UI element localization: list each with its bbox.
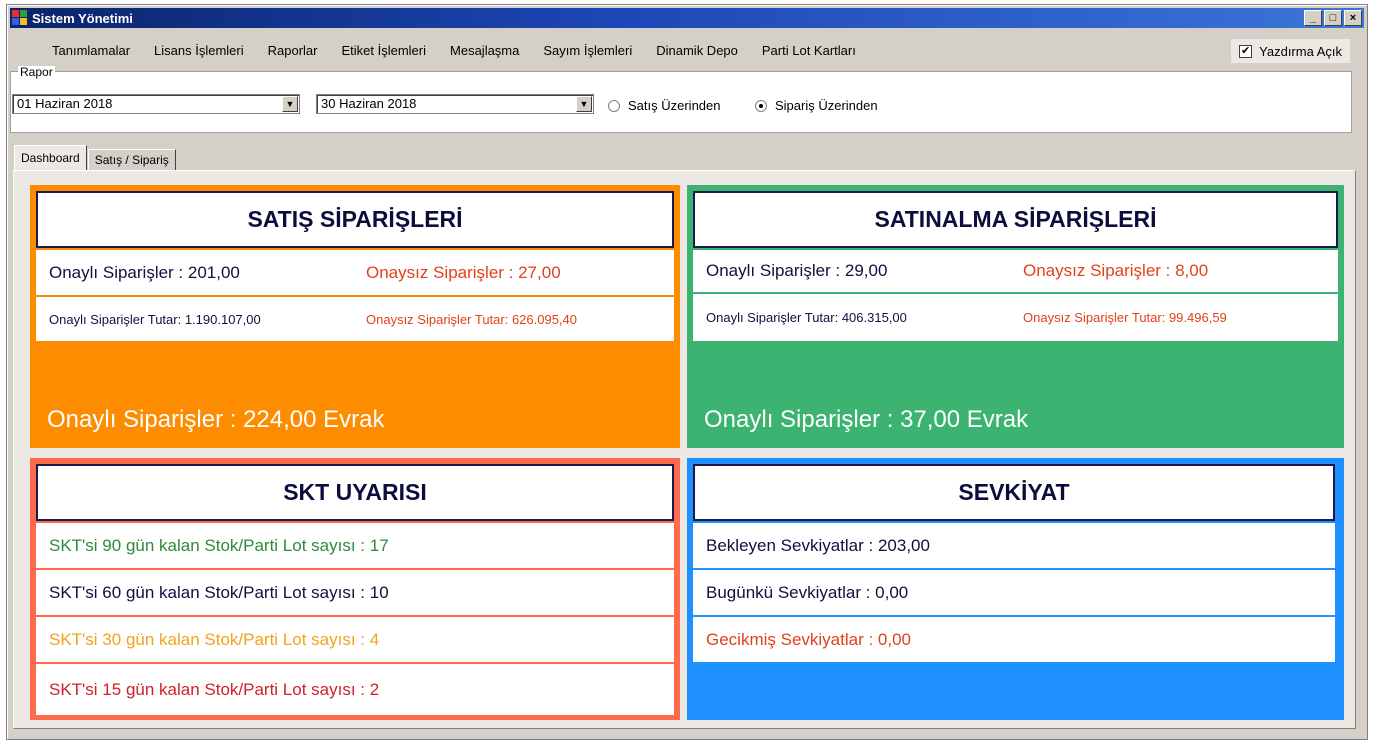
tab-satis-siparis[interactable]: Satış / Sipariş bbox=[87, 149, 176, 171]
skt-warning-panel: SKT UYARISI SKT'si 90 gün kalan Stok/Par… bbox=[30, 458, 680, 720]
shipment-row: Gecikmiş Sevkiyatlar : 0,00 bbox=[693, 617, 1335, 662]
purchase-approved-count: Onaylı Siparişler : 29,00 bbox=[706, 261, 888, 280]
window-controls: _ □ × bbox=[1304, 10, 1362, 26]
sales-approved-count: Onaylı Siparişler : 201,00 bbox=[49, 262, 240, 282]
menu-lisans-islemleri[interactable]: Lisans İşlemleri bbox=[142, 43, 256, 58]
start-date-picker[interactable]: 01 Haziran 2018 ▼ bbox=[12, 94, 300, 114]
purchase-unapproved-count: Onaysız Siparişler : 8,00 bbox=[1023, 261, 1209, 280]
sales-orders-panel: SATIŞ SİPARİŞLERİ Onaylı Siparişler : 20… bbox=[30, 185, 680, 448]
skt-row: SKT'si 15 gün kalan Stok/Parti Lot sayıs… bbox=[36, 664, 674, 715]
sales-summary: Onaylı Siparişler : 224,00 Evrak bbox=[47, 406, 385, 433]
sales-totals-row: Onaylı Siparişler Tutar: 1.190.107,00 On… bbox=[36, 297, 674, 341]
window-title: Sistem Yönetimi bbox=[32, 10, 133, 26]
print-toggle-label: Yazdırma Açık bbox=[1259, 43, 1342, 59]
menu-parti-lot-kartlari[interactable]: Parti Lot Kartları bbox=[750, 43, 868, 58]
todays-shipments: Bugünkü Sevkiyatlar : 0,00 bbox=[706, 582, 909, 602]
sales-orders-title: SATIŞ SİPARİŞLERİ bbox=[36, 191, 674, 248]
skt-60-days: SKT'si 60 gün kalan Stok/Parti Lot sayıs… bbox=[49, 582, 389, 602]
sales-unapproved-count: Onaysız Siparişler : 27,00 bbox=[366, 262, 561, 282]
menu-etiket-islemleri[interactable]: Etiket İşlemleri bbox=[329, 43, 438, 58]
skt-15-days: SKT'si 15 gün kalan Stok/Parti Lot sayıs… bbox=[49, 679, 380, 699]
radio-satis-uzerinden[interactable]: Satış Üzerinden bbox=[608, 98, 721, 113]
print-checkbox[interactable]: ✔ bbox=[1239, 44, 1253, 58]
menu-mesajlasma[interactable]: Mesajlaşma bbox=[438, 43, 531, 58]
menu-dinamik-depo[interactable]: Dinamik Depo bbox=[644, 43, 750, 58]
maximize-button[interactable]: □ bbox=[1324, 10, 1342, 26]
purchase-orders-title: SATINALMA SİPARİŞLERİ bbox=[693, 191, 1338, 248]
purchase-approved-total: Onaylı Siparişler Tutar: 406.315,00 bbox=[706, 310, 907, 325]
late-shipments: Gecikmiş Sevkiyatlar : 0,00 bbox=[706, 629, 912, 649]
skt-30-days: SKT'si 30 gün kalan Stok/Parti Lot sayıs… bbox=[49, 629, 380, 649]
chevron-down-icon[interactable]: ▼ bbox=[576, 96, 592, 112]
print-toggle[interactable]: ✔ Yazdırma Açık bbox=[1231, 39, 1350, 63]
report-legend: Rapor bbox=[18, 65, 55, 79]
shipment-row: Bekleyen Sevkiyatlar : 203,00 bbox=[693, 523, 1335, 568]
purchase-unapproved-total: Onaysız Siparişler Tutar: 99.496,59 bbox=[1023, 310, 1227, 325]
end-date-value: 30 Haziran 2018 bbox=[321, 96, 417, 111]
radio-label: Satış Üzerinden bbox=[628, 98, 721, 113]
report-group: Rapor 01 Haziran 2018 ▼ 30 Haziran 2018 … bbox=[10, 66, 1352, 133]
shipment-title: SEVKİYAT bbox=[693, 464, 1335, 521]
tab-dashboard[interactable]: Dashboard bbox=[14, 145, 87, 171]
minimize-button[interactable]: _ bbox=[1304, 10, 1322, 26]
purchase-summary: Onaylı Siparişler : 37,00 Evrak bbox=[704, 406, 1029, 433]
skt-row: SKT'si 30 gün kalan Stok/Parti Lot sayıs… bbox=[36, 617, 674, 662]
close-button[interactable]: × bbox=[1344, 10, 1362, 26]
menu-bar: Tanımlamalar Lisans İşlemleri Raporlar E… bbox=[10, 31, 1364, 69]
skt-warning-title: SKT UYARISI bbox=[36, 464, 674, 521]
purchase-orders-panel: SATINALMA SİPARİŞLERİ Onaylı Siparişler … bbox=[687, 185, 1344, 448]
pending-shipments: Bekleyen Sevkiyatlar : 203,00 bbox=[706, 535, 930, 555]
radio-label: Sipariş Üzerinden bbox=[775, 98, 878, 113]
radio-circle-icon[interactable] bbox=[755, 99, 767, 112]
shipment-row: Bugünkü Sevkiyatlar : 0,00 bbox=[693, 570, 1335, 615]
skt-90-days: SKT'si 90 gün kalan Stok/Parti Lot sayıs… bbox=[49, 535, 389, 555]
sales-unapproved-total: Onaysız Siparişler Tutar: 626.095,40 bbox=[366, 311, 578, 327]
purchase-counts-row: Onaylı Siparişler : 29,00 Onaysız Sipari… bbox=[693, 250, 1338, 292]
tab-strip: Dashboard Satış / Sipariş bbox=[14, 144, 177, 171]
skt-row: SKT'si 90 gün kalan Stok/Parti Lot sayıs… bbox=[36, 523, 674, 568]
menu-raporlar[interactable]: Raporlar bbox=[256, 43, 330, 58]
sales-counts-row: Onaylı Siparişler : 201,00 Onaysız Sipar… bbox=[36, 250, 674, 295]
sales-approved-total: Onaylı Siparişler Tutar: 1.190.107,00 bbox=[49, 311, 261, 327]
end-date-picker[interactable]: 30 Haziran 2018 ▼ bbox=[316, 94, 594, 114]
menu-tanimlamalar[interactable]: Tanımlamalar bbox=[40, 43, 142, 58]
title-bar: Sistem Yönetimi _ □ × bbox=[10, 8, 1364, 28]
purchase-totals-row: Onaylı Siparişler Tutar: 406.315,00 Onay… bbox=[693, 294, 1338, 341]
chevron-down-icon[interactable]: ▼ bbox=[282, 96, 298, 112]
start-date-value: 01 Haziran 2018 bbox=[17, 96, 113, 111]
skt-row: SKT'si 60 gün kalan Stok/Parti Lot sayıs… bbox=[36, 570, 674, 615]
radio-siparis-uzerinden[interactable]: Sipariş Üzerinden bbox=[755, 98, 878, 113]
radio-circle-icon[interactable] bbox=[608, 99, 620, 112]
shipment-panel: SEVKİYAT Bekleyen Sevkiyatlar : 203,00 B… bbox=[687, 458, 1344, 720]
app-icon bbox=[12, 10, 28, 26]
menu-sayim-islemleri[interactable]: Sayım İşlemleri bbox=[531, 43, 644, 58]
